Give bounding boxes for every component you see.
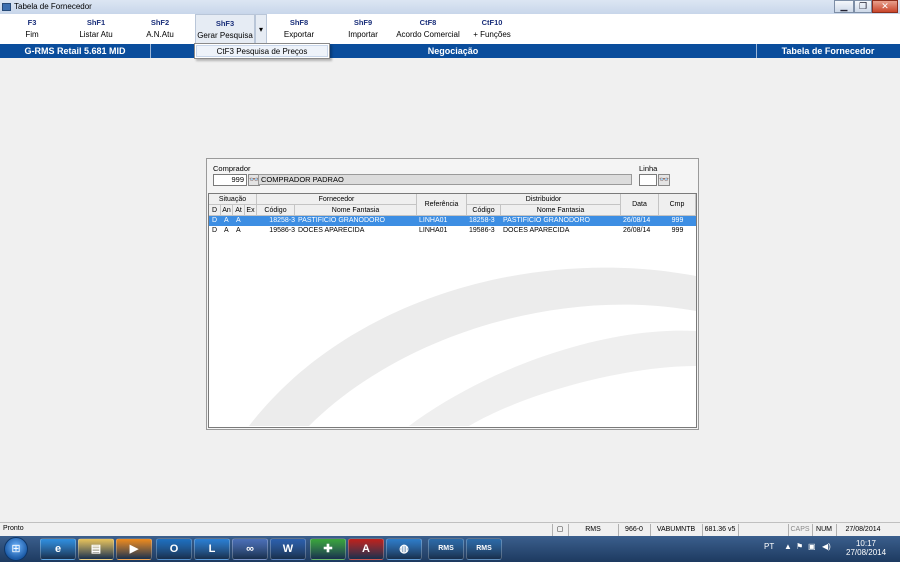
toolbar-listar-atu-button[interactable]: ShF1 Listar Atu bbox=[72, 14, 120, 44]
watermark-logo bbox=[249, 267, 696, 426]
rms-2-icon[interactable]: RMS bbox=[466, 538, 502, 560]
linha-label: Linha bbox=[639, 164, 658, 173]
toolbar-fim-button[interactable]: F3 Fim bbox=[12, 14, 52, 44]
toolbar-acordo-comercial-button[interactable]: CtF8 Acordo Comercial bbox=[394, 14, 462, 44]
toolbar: F3 Fim ShF1 Listar Atu ShF2 A.N.Atu ShF3 Ger… bbox=[0, 14, 900, 45]
cell-at: A bbox=[236, 227, 241, 234]
internet-explorer-icon[interactable]: e bbox=[40, 538, 76, 560]
window-title-bar: Tabela de Fornecedor ▁ ❐ ✕ bbox=[0, 0, 900, 15]
status-code: 966-0 bbox=[618, 524, 649, 536]
cell-dist-nome: DOCES APARECIDA bbox=[503, 227, 570, 234]
cell-cmp: 999 bbox=[671, 217, 684, 224]
lync-icon[interactable]: L bbox=[194, 538, 230, 560]
clock-time: 10:17 bbox=[855, 539, 877, 548]
table-row[interactable]: D A A 18258-3 PASTIFICIO GRANODORO LINHA… bbox=[209, 216, 696, 226]
cell-nome: PASTIFICIO GRANODORO bbox=[298, 217, 385, 224]
comprador-name-field: COMPRADOR PADRAO bbox=[258, 174, 632, 185]
maximize-button[interactable]: ❐ bbox=[854, 0, 872, 13]
app-icon bbox=[2, 3, 11, 11]
menu-item-pesquisa-precos[interactable]: CtF3 Pesquisa de Preços bbox=[196, 45, 328, 57]
module-bar: G-RMS Retail 5.681 MID Negociação Tabela… bbox=[0, 44, 900, 58]
cell-dist-codigo: 18258-3 bbox=[469, 217, 495, 224]
status-bar: Pronto ▢ RMS 966-0 VABUMNTB 681.36 v5 CA… bbox=[0, 522, 900, 537]
header-referencia[interactable]: Referência bbox=[417, 194, 467, 216]
status-user: VABUMNTB bbox=[650, 524, 701, 536]
taskbar: ⊞ e ▤ ▶ O L ∞ W ✚ A ◍ RMS RMS PT ▲ ⚑ ▣ ◀) 10:17 27/… bbox=[0, 536, 900, 562]
add-app-icon[interactable]: ✚ bbox=[310, 538, 346, 560]
cell-an: A bbox=[224, 227, 229, 234]
close-button[interactable]: ✕ bbox=[872, 0, 898, 13]
flag-icon[interactable]: ⚑ bbox=[796, 542, 803, 551]
cell-an: A bbox=[224, 217, 229, 224]
table-row[interactable]: D A A 19586-3 DOCES APARECIDA LINHA01 19… bbox=[209, 226, 696, 236]
toolbar-an-atu-button[interactable]: ShF2 A.N.Atu bbox=[134, 14, 186, 44]
volume-icon[interactable]: ◀) bbox=[822, 542, 831, 551]
comprador-code-input[interactable]: 999 bbox=[213, 174, 247, 186]
clock-date: 27/08/2014 bbox=[846, 548, 887, 557]
minimize-button[interactable]: ▁ bbox=[834, 0, 854, 13]
header-distribuidor-codigo[interactable]: Código bbox=[467, 205, 501, 216]
document-icon: ▢ bbox=[552, 524, 567, 536]
header-d[interactable]: D bbox=[209, 205, 221, 216]
status-text: Pronto bbox=[3, 525, 24, 532]
cell-dist-codigo: 19586-3 bbox=[469, 227, 495, 234]
media-player-icon[interactable]: ▶ bbox=[116, 538, 152, 560]
cell-dist-nome: PASTIFICIO GRANODORO bbox=[503, 217, 590, 224]
cell-data: 26/08/14 bbox=[623, 217, 651, 224]
cell-data: 26/08/14 bbox=[623, 227, 651, 234]
header-fornecedor-codigo[interactable]: Código bbox=[257, 205, 295, 216]
toolbar-mais-funcoes-button[interactable]: CtF10 + Funções bbox=[466, 14, 518, 44]
header-an[interactable]: An bbox=[221, 205, 233, 216]
status-date: 27/08/2014 bbox=[836, 524, 889, 536]
toolbar-importar-button[interactable]: ShF9 Importar bbox=[336, 14, 390, 44]
status-system: RMS bbox=[568, 524, 617, 536]
gerar-pesquisa-dropdown: CtF3 Pesquisa de Preços bbox=[194, 43, 330, 59]
cell-nome: DOCES APARECIDA bbox=[298, 227, 365, 234]
header-at[interactable]: At bbox=[233, 205, 245, 216]
cell-at: A bbox=[236, 217, 241, 224]
header-ex[interactable]: Ex bbox=[245, 205, 257, 216]
header-distribuidor-nome[interactable]: Nome Fantasia bbox=[501, 205, 621, 216]
status-caps: CAPS bbox=[788, 524, 811, 536]
link-app-icon[interactable]: ∞ bbox=[232, 538, 268, 560]
header-situacao: Situação bbox=[209, 194, 257, 205]
linha-search-icon[interactable]: 👓 bbox=[658, 174, 670, 186]
toolbar-exportar-button[interactable]: ShF8 Exportar bbox=[272, 14, 326, 44]
cell-referencia: LINHA01 bbox=[419, 217, 448, 224]
screen-name: Tabela de Fornecedor bbox=[781, 46, 875, 56]
header-fornecedor-nome[interactable]: Nome Fantasia bbox=[295, 205, 417, 216]
cell-d: D bbox=[212, 217, 218, 224]
network-icon[interactable]: ▣ bbox=[808, 542, 816, 551]
status-empty bbox=[738, 524, 787, 536]
comprador-label: Comprador bbox=[213, 164, 251, 173]
start-button[interactable]: ⊞ bbox=[4, 537, 28, 561]
linha-input[interactable] bbox=[639, 174, 657, 186]
globe-app-icon[interactable]: ◍ bbox=[386, 538, 422, 560]
cell-codigo: 19586-3 bbox=[269, 227, 295, 234]
cell-d: D bbox=[212, 227, 218, 234]
header-distribuidor: Distribuidor bbox=[467, 194, 621, 205]
cell-cmp: 999 bbox=[671, 227, 684, 234]
cell-codigo: 18258-3 bbox=[269, 217, 295, 224]
toolbar-gerar-pesquisa-button[interactable]: ShF3 Gerar Pesquisa bbox=[195, 14, 255, 44]
status-num: NUM bbox=[812, 524, 835, 536]
system-version: G-RMS Retail 5.681 MID bbox=[0, 44, 151, 58]
rms-1-icon[interactable]: RMS bbox=[428, 538, 464, 560]
outlook-icon[interactable]: O bbox=[156, 538, 192, 560]
acrobat-icon[interactable]: A bbox=[348, 538, 384, 560]
fornecedor-grid: Situação Fornecedor Referência Distribui… bbox=[208, 193, 697, 428]
word-icon[interactable]: W bbox=[270, 538, 306, 560]
header-data[interactable]: Data bbox=[621, 194, 659, 216]
language-indicator[interactable]: PT bbox=[764, 542, 774, 551]
file-explorer-icon[interactable]: ▤ bbox=[78, 538, 114, 560]
chevron-down-icon[interactable]: ▾ bbox=[255, 14, 267, 44]
tray-arrow-icon[interactable]: ▲ bbox=[784, 542, 792, 551]
clock[interactable]: 10:17 27/08/2014 bbox=[846, 539, 886, 557]
header-fornecedor: Fornecedor bbox=[257, 194, 417, 205]
cell-referencia: LINHA01 bbox=[419, 227, 448, 234]
status-version: 681.36 v5 bbox=[702, 524, 737, 536]
header-cmp[interactable]: Cmp bbox=[659, 194, 696, 216]
window-title: Tabela de Fornecedor bbox=[14, 2, 92, 11]
